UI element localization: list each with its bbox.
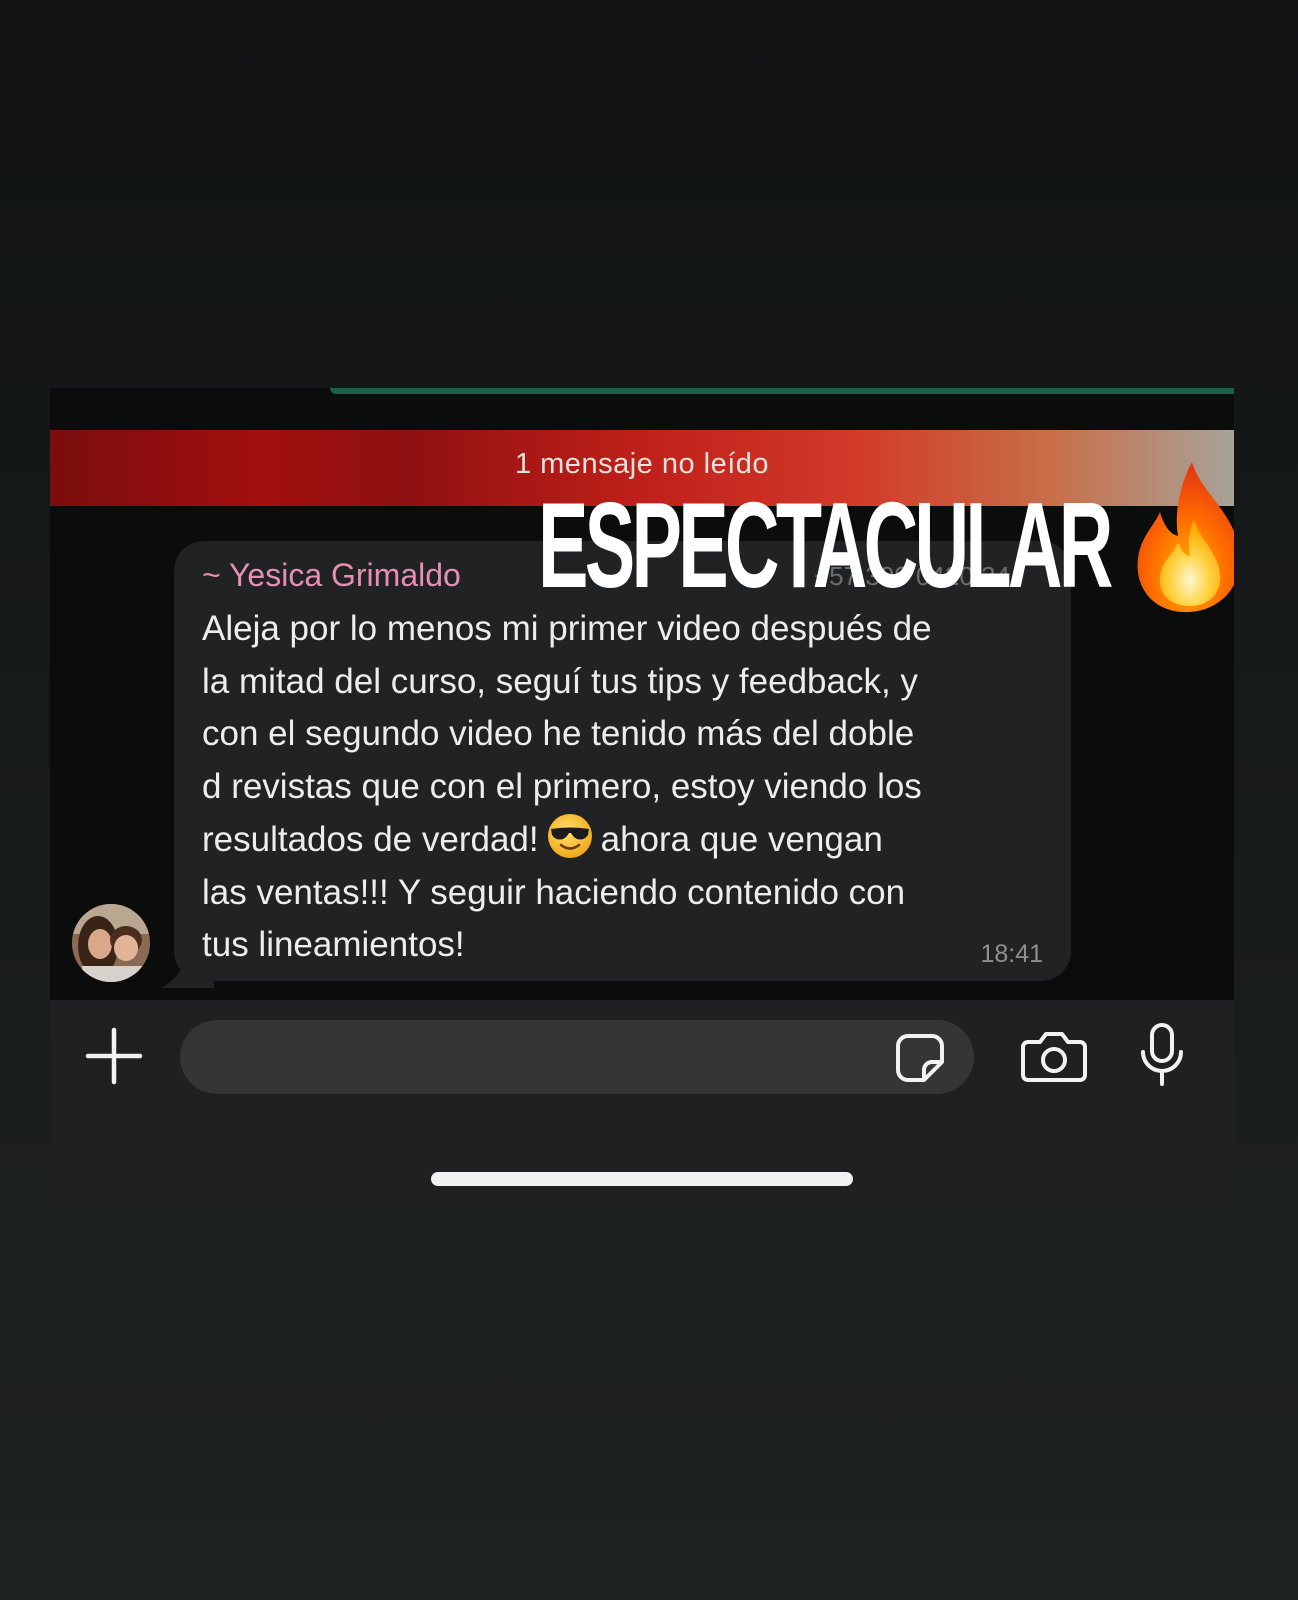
sunglasses-emoji-icon	[547, 814, 592, 858]
message-time: 18:41	[980, 940, 1043, 968]
avatar-photo	[72, 904, 150, 982]
sticker-icon[interactable]	[894, 1032, 946, 1084]
plus-icon[interactable]	[84, 1026, 144, 1086]
message-line-part: ahora que vengan	[600, 820, 883, 859]
home-indicator[interactable]	[431, 1172, 853, 1186]
overlay-headline: ESPECTACULAR	[538, 477, 1113, 613]
message-input[interactable]	[180, 1020, 974, 1094]
message-text: Aleja por lo menos mi primer video despu…	[202, 603, 1052, 972]
message-line-with-emoji: resultados de verdad! ahora que vengan	[202, 813, 1052, 867]
microphone-icon[interactable]	[1138, 1022, 1186, 1088]
sender-name[interactable]: ~ Yesica Grimaldo	[202, 557, 461, 594]
composer-bar	[50, 1000, 1234, 1210]
message-line-part: resultados de verdad!	[202, 820, 539, 859]
message-line: tus lineamientos!	[202, 925, 465, 964]
message-line: las ventas!!! Y seguir haciendo contenid…	[202, 872, 906, 912]
message-line: la mitad del curso, seguí tus tips y fee…	[202, 661, 918, 701]
message-line: con el segundo video he tenido más del d…	[202, 714, 915, 753]
message-line: d revistas que con el primero, estoy vie…	[202, 766, 922, 806]
chat-screen: 1 mensaje no leído ~ Yesica Grimaldo +57…	[50, 388, 1234, 1210]
previous-message-bubble	[330, 388, 1234, 394]
sender-avatar[interactable]	[72, 904, 150, 982]
fire-icon	[1137, 462, 1234, 613]
camera-icon[interactable]	[1020, 1028, 1088, 1084]
